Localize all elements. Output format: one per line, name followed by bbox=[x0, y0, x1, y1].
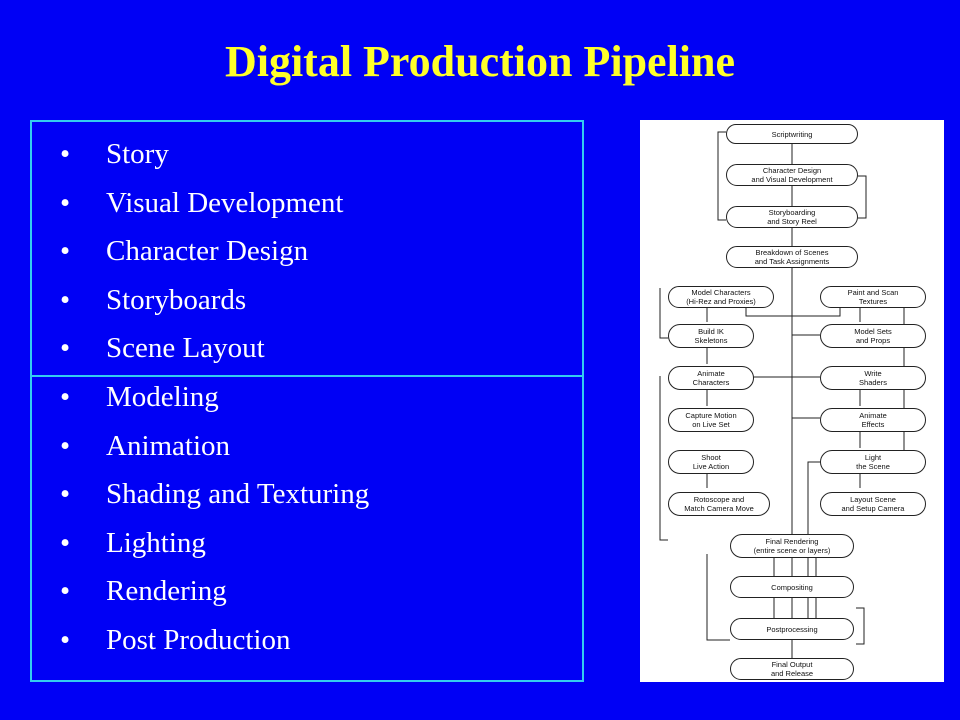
flowchart-node: Animate Characters bbox=[668, 366, 754, 390]
flowchart-node: Light the Scene bbox=[820, 450, 926, 474]
stage-label: Shading and Texturing bbox=[106, 478, 370, 511]
flowchart-node: Shoot Live Action bbox=[668, 450, 754, 474]
stage-label: Rendering bbox=[106, 575, 227, 608]
flowchart-node: Breakdown of Scenes and Task Assignments bbox=[726, 246, 858, 268]
flowchart-node: Storyboarding and Story Reel bbox=[726, 206, 858, 228]
bullet-icon: • bbox=[60, 575, 71, 608]
flowchart-node: Compositing bbox=[730, 576, 854, 598]
flowchart-node: Model Characters (Hi-Rez and Proxies) bbox=[668, 286, 774, 308]
flowchart-node: Animate Effects bbox=[820, 408, 926, 432]
bullet-icon: • bbox=[60, 283, 71, 316]
stage-label: Lighting bbox=[106, 526, 206, 559]
stage-label: Visual Development bbox=[106, 186, 344, 219]
stage-label: Character Design bbox=[106, 235, 309, 268]
bullet-icon: • bbox=[60, 332, 71, 365]
flowchart-node: Write Shaders bbox=[820, 366, 926, 390]
bullet-icon: • bbox=[60, 429, 71, 462]
stage-label: Modeling bbox=[106, 381, 219, 413]
stage-label: Scene Layout bbox=[106, 332, 265, 365]
pipeline-flowchart: Scriptwriting Character Design and Visual … bbox=[640, 120, 944, 682]
flowchart-node: Scriptwriting bbox=[726, 124, 858, 144]
flowchart-node: Paint and Scan Textures bbox=[820, 286, 926, 308]
flowchart-node: Postprocessing bbox=[730, 618, 854, 640]
stage-label: Post Production bbox=[106, 624, 291, 656]
bullet-icon: • bbox=[60, 235, 71, 268]
stage-label: Storyboards bbox=[106, 283, 247, 316]
bullet-icon: • bbox=[60, 478, 71, 511]
slide-title: Digital Production Pipeline bbox=[224, 37, 736, 86]
flowchart-node: Capture Motion on Live Set bbox=[668, 408, 754, 432]
flowchart-node: Rotoscope and Match Camera Move bbox=[668, 492, 770, 516]
flowchart-node: Character Design and Visual Development bbox=[726, 164, 858, 186]
bullet-icon: • bbox=[60, 381, 71, 413]
flowchart-node: Build IK Skeletons bbox=[668, 324, 754, 348]
flowchart-node: Model Sets and Props bbox=[820, 324, 926, 348]
bullet-icon: • bbox=[60, 624, 71, 656]
flowchart-node: Final Output and Release bbox=[730, 658, 854, 680]
bullet-icon: • bbox=[60, 186, 71, 219]
flowchart-node: Final Rendering (entire scene or layers) bbox=[730, 534, 854, 558]
bullet-icon: • bbox=[60, 526, 71, 559]
flowchart-node: Layout Scene and Setup Camera bbox=[820, 492, 926, 516]
stage-label: Animation bbox=[106, 429, 231, 462]
bullet-icon: • bbox=[60, 138, 71, 170]
stage-label: Story bbox=[106, 138, 169, 170]
